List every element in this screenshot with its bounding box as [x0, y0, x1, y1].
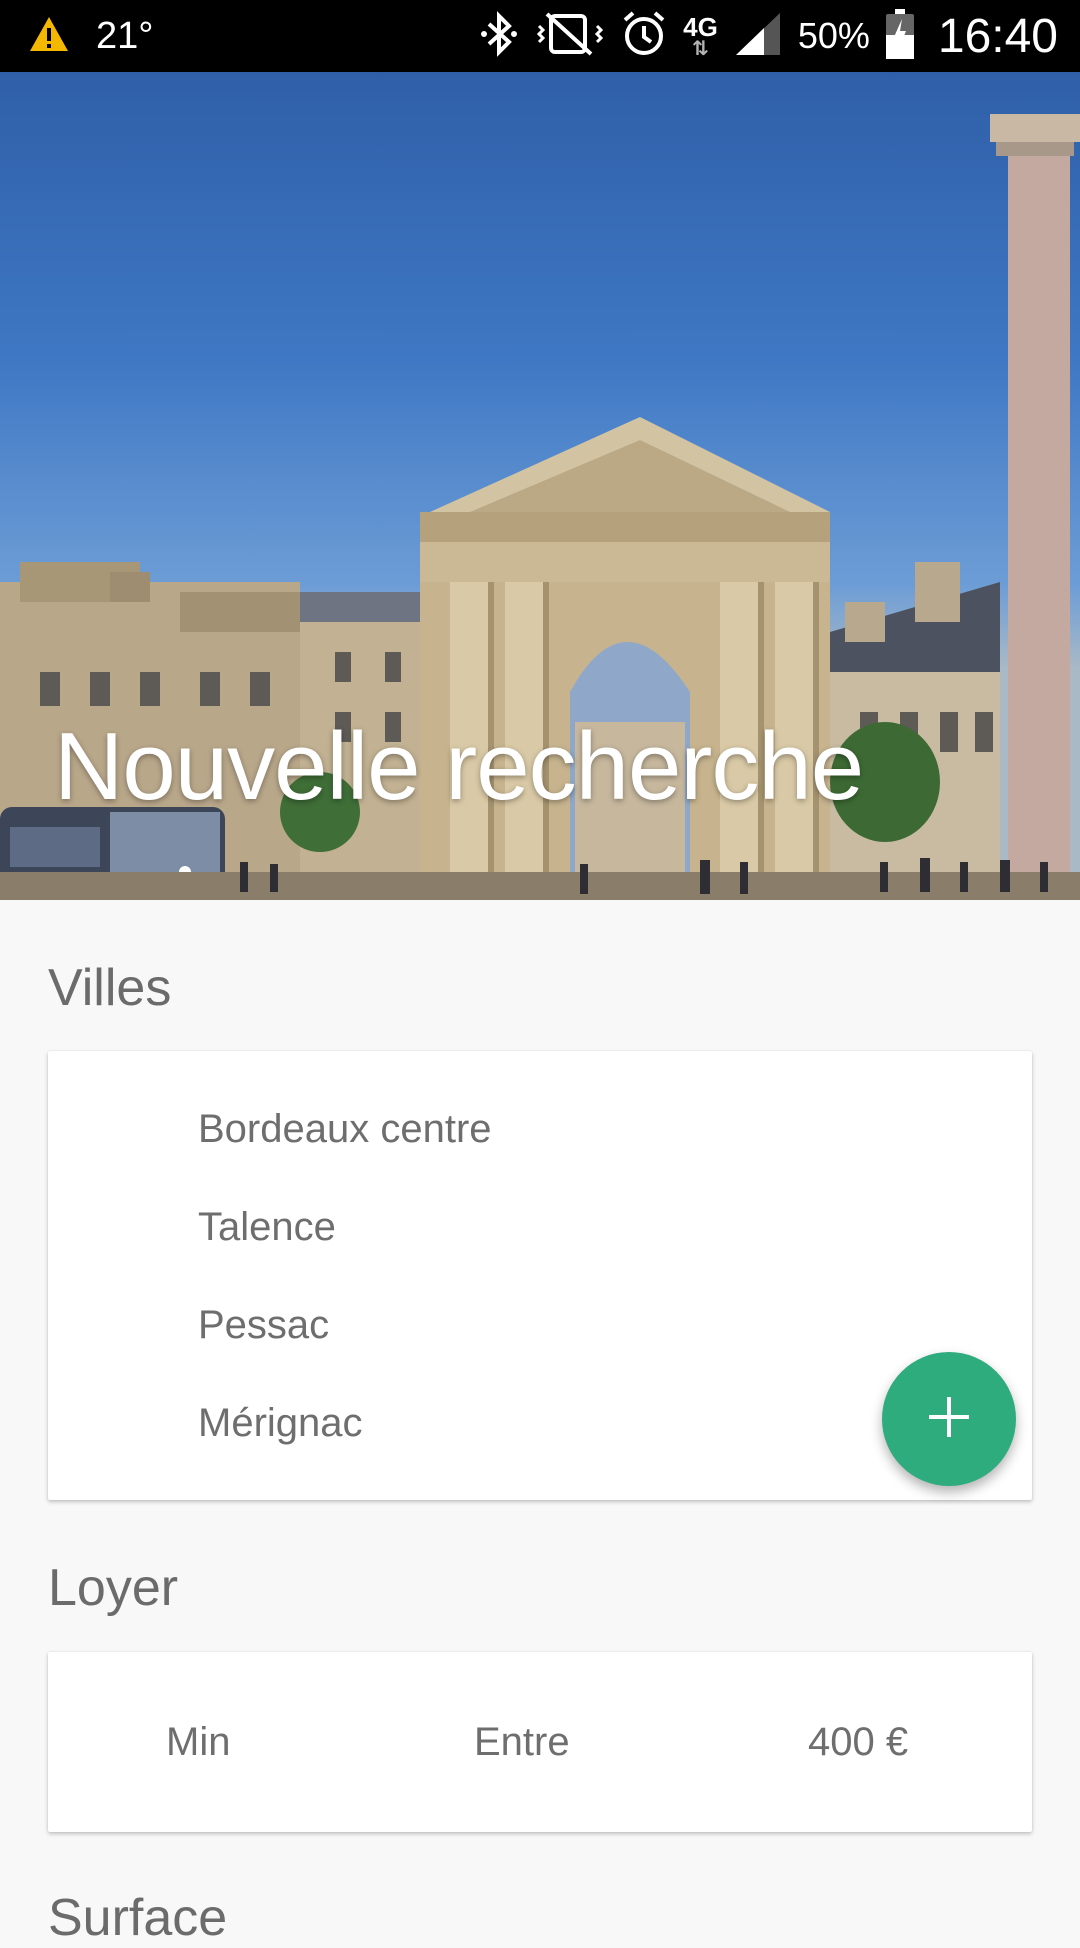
network-label: 4G [683, 12, 718, 42]
page-title: Nouvelle recherche [54, 713, 864, 820]
rent-card: Min Entre 400 € [48, 1652, 1032, 1832]
rent-between-label: Entre [474, 1719, 570, 1764]
list-item[interactable]: Pessac [198, 1303, 329, 1348]
plus-icon [927, 1395, 971, 1444]
list-item[interactable]: Talence [198, 1205, 336, 1250]
network-4g-icon: 4G ⇅ [683, 12, 718, 60]
status-bar: 21° 4G ⇅ 50% 16:40 [0, 0, 1080, 72]
surface-section-title: Surface [48, 1889, 228, 1947]
temperature: 21° [96, 14, 154, 57]
add-city-button[interactable] [882, 1352, 1016, 1486]
vibrate-icon [535, 10, 605, 63]
warning-icon [28, 15, 70, 58]
list-item[interactable]: Mérignac [198, 1401, 363, 1446]
list-item[interactable]: Bordeaux centre [198, 1107, 492, 1152]
battery-icon [885, 8, 914, 64]
rent-value[interactable]: 400 € [808, 1652, 908, 1832]
rent-section-title: Loyer [48, 1559, 179, 1617]
rent-min-label[interactable]: Min [166, 1652, 230, 1832]
data-arrows-icon: ⇅ [692, 38, 709, 60]
signal-icon [734, 11, 782, 62]
clock: 16:40 [937, 9, 1058, 63]
hero-header: Nouvelle recherche [0, 72, 1080, 900]
alarm-icon [621, 10, 667, 63]
cities-section-title: Villes [48, 959, 172, 1017]
bluetooth-icon [479, 10, 519, 63]
battery-percent: 50% [797, 15, 870, 56]
